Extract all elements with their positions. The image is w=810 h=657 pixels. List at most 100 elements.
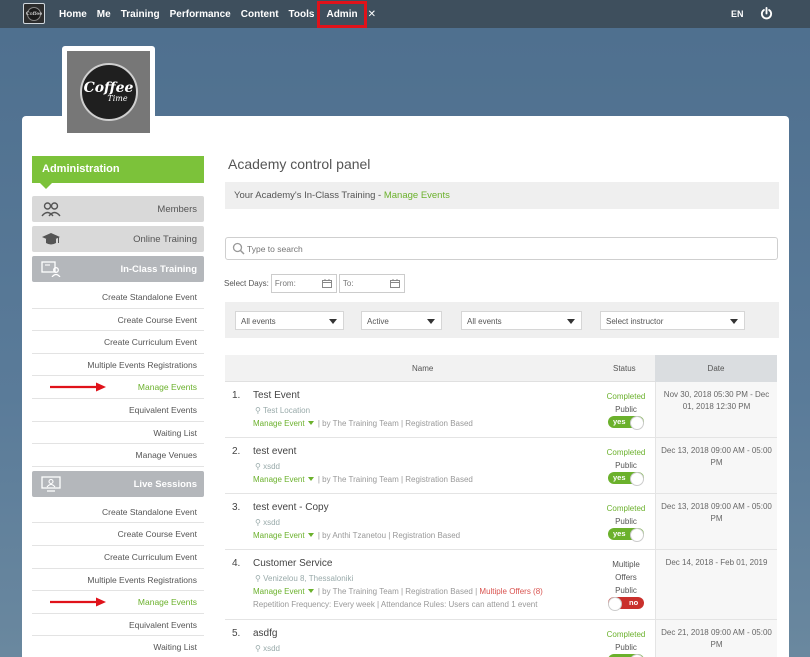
visibility-toggle[interactable]: yes <box>608 472 644 486</box>
academy-logo-image: Coffee Time <box>67 51 150 133</box>
sidebar-item-label: Online Training <box>133 234 197 245</box>
menu-live-create-curriculum-event[interactable]: Create Curriculum Event <box>32 546 204 569</box>
logo-line2: Time <box>107 93 128 103</box>
event-location: ⚲ xsdd <box>255 644 280 653</box>
visibility-toggle[interactable]: yes <box>608 416 644 430</box>
location-pin-icon: ⚲ <box>255 462 261 471</box>
status-completed: Completed <box>606 504 646 513</box>
manage-event-dropdown[interactable]: Manage Event <box>253 531 316 540</box>
menu-live-waiting-list[interactable]: Waiting List <box>32 636 204 657</box>
manage-event-label: Manage Event <box>253 419 305 428</box>
sidebar-title: Administration <box>32 156 204 189</box>
status-visibility: Public <box>615 586 637 595</box>
menu-live-equivalent-events[interactable]: Equivalent Events <box>32 614 204 637</box>
manage-event-dropdown[interactable]: Manage Event <box>253 419 316 428</box>
menu-create-course-event[interactable]: Create Course Event <box>32 309 204 332</box>
sidebar-item-online-training[interactable]: Online Training <box>32 226 204 252</box>
calendar-icon <box>321 278 332 288</box>
location-pin-icon: ⚲ <box>255 644 261 653</box>
event-date: Dec 13, 2018 09:00 AM - 05:00 PM <box>655 494 777 549</box>
events-table: Name Status Date 1. Test Event ⚲ Test Lo… <box>225 355 777 657</box>
nav-tools[interactable]: Tools <box>289 9 315 20</box>
event-name[interactable]: test event <box>253 446 296 457</box>
event-date: Dec 21, 2018 09:00 AM - 05:00 PM <box>655 620 777 657</box>
menu-waiting-list[interactable]: Waiting List <box>32 422 204 445</box>
nav-performance[interactable]: Performance <box>170 9 231 20</box>
menu-live-manage-events[interactable]: Manage Events <box>32 591 204 614</box>
power-icon[interactable] <box>760 7 773 20</box>
sidebar-item-members[interactable]: Members <box>32 196 204 222</box>
visibility-toggle[interactable]: no <box>608 597 644 611</box>
caret-down-icon <box>307 533 314 537</box>
instructor-select[interactable]: Select instructor <box>600 311 745 330</box>
breadcrumb-text: Your Academy's In-Class Training - <box>234 190 384 201</box>
menu-live-create-standalone-event[interactable]: Create Standalone Event <box>32 501 204 524</box>
repetition-rules: Repetition Frequency: Every week | Atten… <box>253 600 538 609</box>
event-name[interactable]: test event - Copy <box>253 502 329 513</box>
menu-create-standalone-event[interactable]: Create Standalone Event <box>32 286 204 309</box>
manage-event-dropdown[interactable]: Manage Event <box>253 587 316 596</box>
search-input[interactable] <box>247 241 767 256</box>
status-visibility: Public <box>615 405 637 414</box>
event-status: Completed Public <box>591 628 661 657</box>
event-scope-select[interactable]: All events <box>461 311 582 330</box>
event-status: Completed Public yes <box>591 446 661 486</box>
header-name[interactable]: Name <box>412 364 433 373</box>
menu-equivalent-events[interactable]: Equivalent Events <box>32 399 204 422</box>
to-placeholder: To: <box>342 278 354 288</box>
nav-home[interactable]: Home <box>59 9 87 20</box>
nav-training[interactable]: Training <box>121 9 160 20</box>
menu-live-create-course-event[interactable]: Create Course Event <box>32 523 204 546</box>
multiple-offers-link[interactable]: Multiple Offers (8) <box>479 587 542 596</box>
table-row: 5. asdfg ⚲ xsdd Completed Public Dec 21,… <box>225 620 777 657</box>
search-box <box>225 237 778 260</box>
location-text: xsdd <box>263 462 280 471</box>
from-date-input[interactable]: From: <box>270 273 337 293</box>
company-logo[interactable]: Coffee <box>23 3 45 24</box>
status-visibility: Public <box>615 643 637 652</box>
search-icon <box>232 242 245 255</box>
main-menu: Home Me Training Performance Content Too… <box>59 0 386 28</box>
menu-live-multiple-events-registrations[interactable]: Multiple Events Registrations <box>32 569 204 592</box>
sidebar-item-label: In-Class Training <box>120 264 197 275</box>
header-date[interactable]: Date <box>655 355 777 382</box>
users-icon <box>41 202 61 217</box>
event-status: Completed Public yes <box>591 390 661 430</box>
header-status[interactable]: Status <box>613 364 636 373</box>
nav-admin[interactable]: Admin <box>317 0 367 28</box>
logo-line1: Coffee <box>83 79 134 96</box>
menu-label: Manage Events <box>137 382 197 393</box>
sidebar-item-live-sessions[interactable]: Live Sessions <box>32 470 204 497</box>
visibility-toggle[interactable]: yes <box>608 528 644 542</box>
date-range: Select Days: From: To: <box>224 273 405 293</box>
filter-bar: All events Active All events Select inst… <box>225 302 779 338</box>
manage-event-dropdown[interactable]: Manage Event <box>253 475 316 484</box>
nav-me[interactable]: Me <box>97 9 111 20</box>
nav-content[interactable]: Content <box>241 9 279 20</box>
event-name[interactable]: asdfg <box>253 628 277 639</box>
event-name[interactable]: Customer Service <box>253 558 332 569</box>
menu-manage-venues[interactable]: Manage Venues <box>32 444 204 467</box>
status-completed: Completed <box>606 630 646 639</box>
sidebar-item-in-class-training[interactable]: In-Class Training <box>32 256 204 282</box>
status-select[interactable]: Active <box>361 311 442 330</box>
top-navigation-bar: Coffee Home Me Training Performance Cont… <box>0 0 810 28</box>
table-row: 2. test event ⚲ xsdd Manage Event | by T… <box>225 438 777 494</box>
row-number: 5. <box>232 628 241 639</box>
status-completed: Completed <box>606 448 646 457</box>
row-number: 3. <box>232 502 241 513</box>
language-selector[interactable]: EN <box>731 9 744 19</box>
menu-multiple-events-registrations[interactable]: Multiple Events Registrations <box>32 354 204 377</box>
menu-create-curriculum-event[interactable]: Create Curriculum Event <box>32 331 204 354</box>
event-type-select[interactable]: All events <box>235 311 344 330</box>
event-status: Multiple Offers Public no <box>591 558 661 611</box>
to-date-input[interactable]: To: <box>338 273 405 293</box>
logo-mark: Coffee <box>26 6 42 21</box>
close-icon[interactable]: ✕ <box>368 9 376 20</box>
event-name[interactable]: Test Event <box>253 390 300 401</box>
event-meta: Manage Event | by The Training Team | Re… <box>253 587 543 596</box>
menu-manage-events[interactable]: Manage Events <box>32 376 204 399</box>
breadcrumb-link-manage-events[interactable]: Manage Events <box>384 190 450 201</box>
row-number: 1. <box>232 390 241 401</box>
sidebar-item-label: Live Sessions <box>133 478 197 490</box>
